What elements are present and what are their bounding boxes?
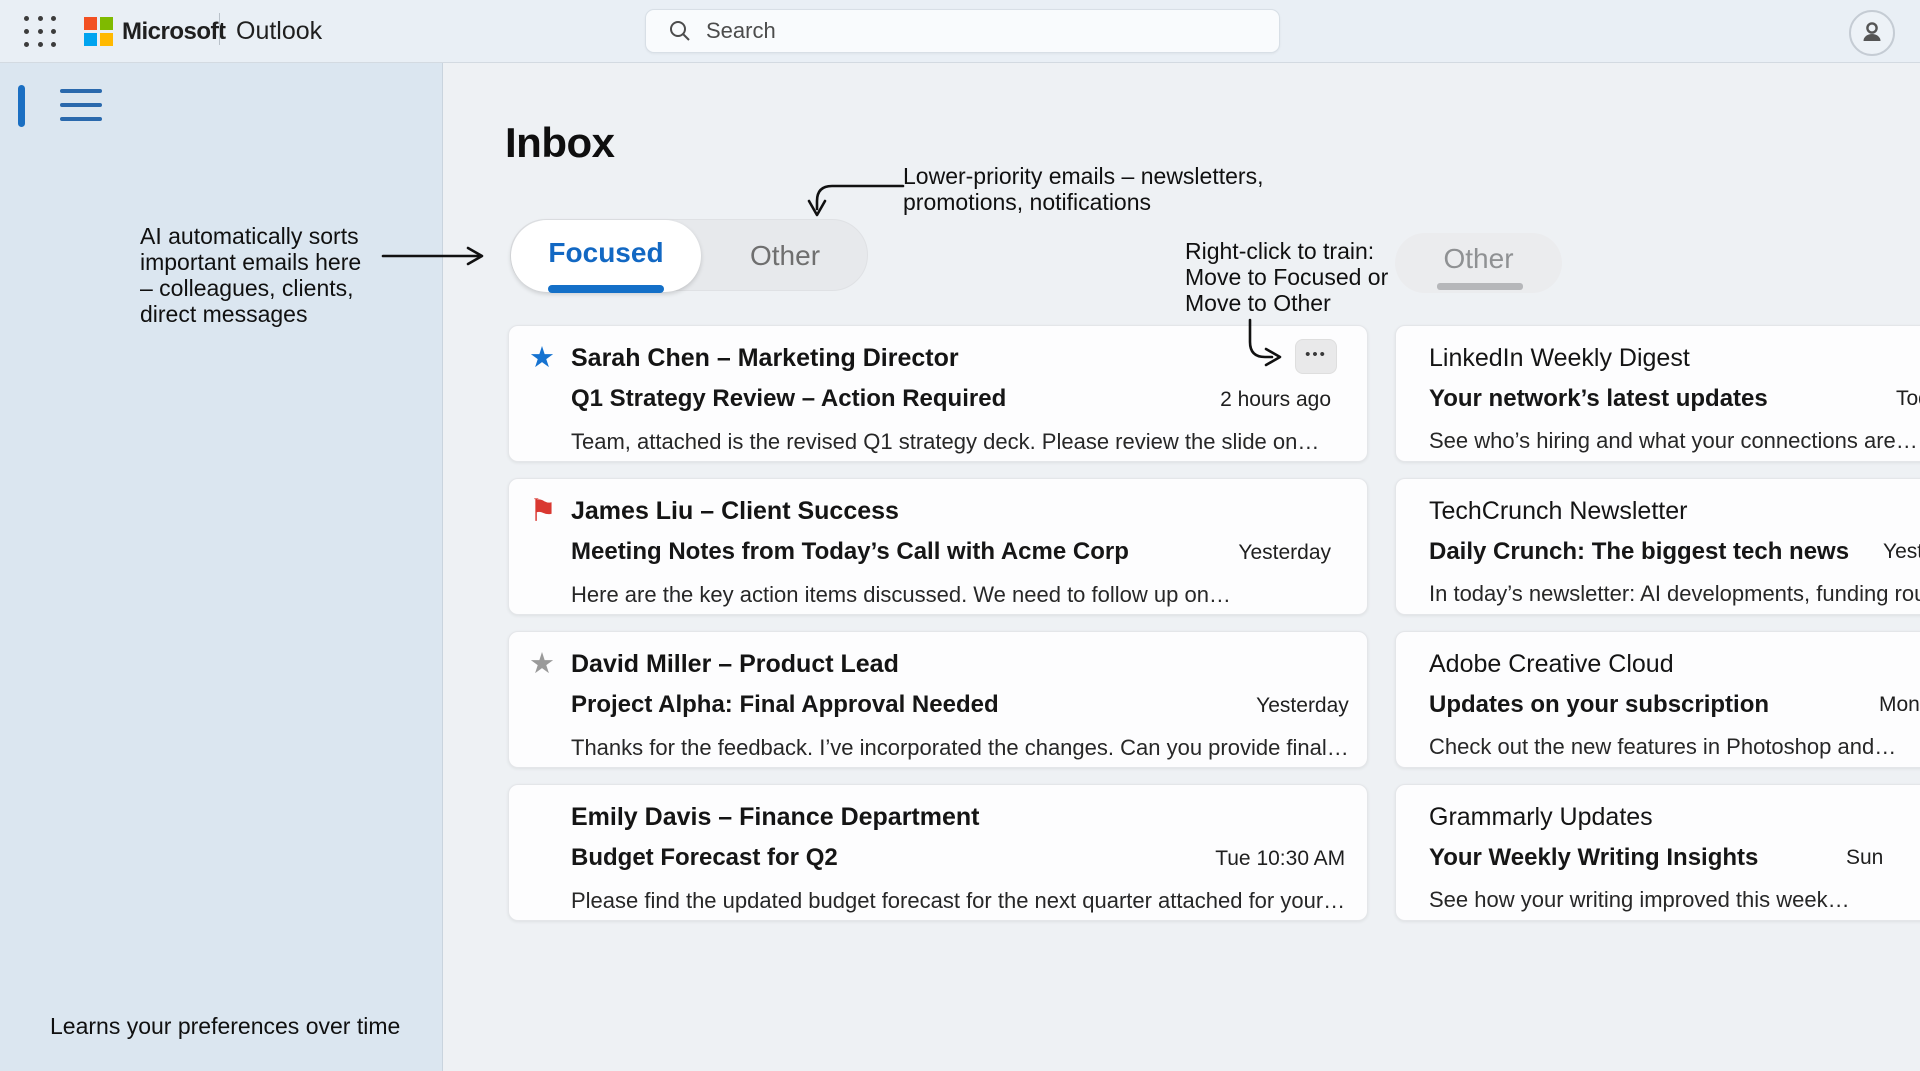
topbar-divider: [219, 13, 220, 45]
email-card-david-miller[interactable]: David Miller – Product Lead Project Alph…: [508, 631, 1368, 768]
search-input[interactable]: [706, 18, 1246, 44]
tab-other-column[interactable]: Other: [1395, 233, 1562, 293]
timestamp: Yesterday: [1883, 531, 1920, 573]
email-card-sarah-chen[interactable]: Sarah Chen – Marketing Director Q1 Strat…: [508, 325, 1368, 462]
ellipsis-icon: •••: [1305, 347, 1327, 362]
email-card-grammarly[interactable]: Grammarly Updates Your Weekly Writing In…: [1395, 784, 1920, 921]
annotation-focused: AI automatically sorts important emails …: [140, 223, 361, 327]
top-bar: Microsoft Outlook: [0, 0, 1920, 63]
other-tab-underline: [1437, 283, 1523, 290]
hamburger-menu-icon[interactable]: [60, 89, 102, 121]
timestamp: Sun: [1846, 837, 1883, 879]
focused-other-tab-group: Focused Other: [510, 219, 868, 291]
tab-focused[interactable]: Focused: [511, 220, 701, 292]
focused-tab-underline: [548, 285, 664, 293]
other-email-list: LinkedIn Weekly Digest Your network’s la…: [1395, 325, 1920, 921]
email-card-james-liu[interactable]: James Liu – Client Success Meeting Notes…: [508, 478, 1368, 615]
arrow-to-other-tab: [817, 186, 903, 209]
tab-other[interactable]: Other: [701, 220, 869, 292]
email-card-linkedin[interactable]: LinkedIn Weekly Digest Your network’s la…: [1395, 325, 1920, 462]
annotation-learns-preferences: Learns your preferences over time: [50, 1013, 400, 1040]
star-icon[interactable]: [529, 338, 571, 462]
outlook-window: Microsoft Outlook AI automatically sorts…: [0, 0, 1920, 1071]
more-options-button[interactable]: •••: [1295, 339, 1337, 374]
focused-email-list: Sarah Chen – Marketing Director Q1 Strat…: [508, 325, 1368, 921]
email-card-techcrunch[interactable]: TechCrunch Newsletter Daily Crunch: The …: [1395, 478, 1920, 615]
timestamp: Today: [1896, 378, 1920, 420]
brand-text: Microsoft: [122, 18, 226, 46]
profile-button[interactable]: [1849, 10, 1895, 56]
microsoft-logo-icon: [84, 17, 113, 46]
app-launcher-icon[interactable]: [24, 16, 58, 48]
sidebar-accent-bar: [18, 85, 25, 127]
timestamp: Yesterday: [1256, 685, 1349, 727]
left-sidebar: AI automatically sorts important emails …: [0, 63, 443, 1071]
flag-icon[interactable]: [529, 491, 571, 615]
timestamp: Mon: [1879, 684, 1920, 726]
app-name: Outlook: [236, 17, 322, 46]
person-icon: [1858, 19, 1886, 47]
email-card-emily-davis[interactable]: Emily Davis – Finance Department Budget …: [508, 784, 1368, 921]
annotation-right-click-train: Right-click to train: Move to Focused or…: [1185, 238, 1388, 316]
annotation-other-tab: Lower-priority emails – newsletters, pro…: [903, 163, 1263, 215]
star-icon[interactable]: [529, 644, 571, 768]
timestamp: Yesterday: [1238, 532, 1331, 574]
search-bar[interactable]: [645, 9, 1280, 53]
email-card-adobe[interactable]: Adobe Creative Cloud Updates on your sub…: [1395, 631, 1920, 768]
search-icon: [668, 19, 692, 43]
timestamp: 2 hours ago: [1220, 379, 1331, 421]
timestamp: Tue 10:30 AM: [1215, 838, 1345, 880]
no-icon: [529, 797, 571, 921]
page-title: Inbox: [505, 119, 615, 167]
